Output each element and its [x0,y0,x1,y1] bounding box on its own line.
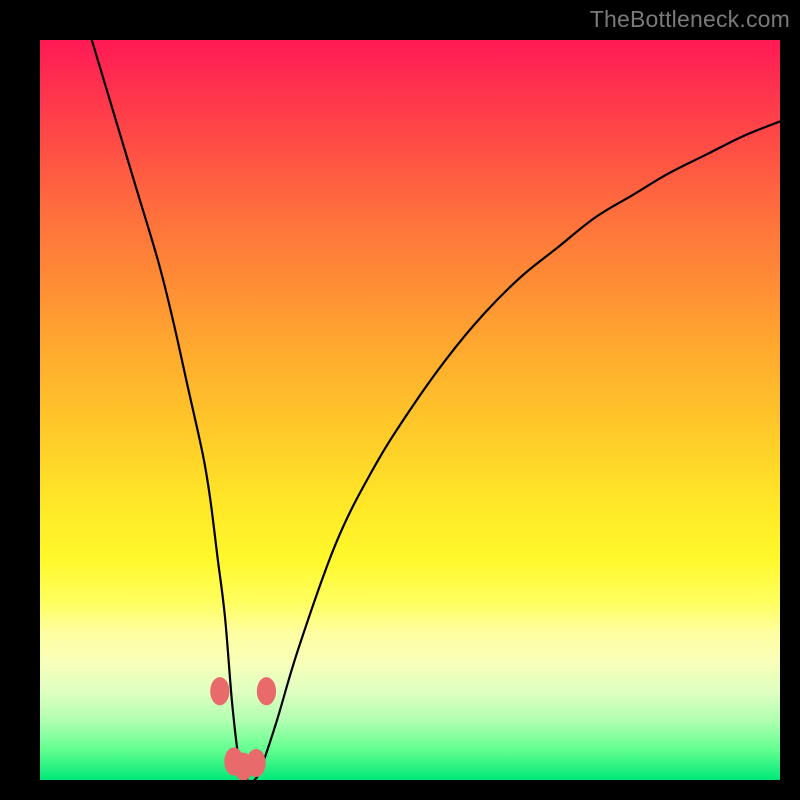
plot-area [40,40,780,780]
bottleneck-curve [92,40,780,780]
curve-markers [210,677,276,780]
curve-marker [257,677,276,705]
chart-frame: TheBottleneck.com [0,0,800,800]
chart-svg [40,40,780,780]
watermark-text: TheBottleneck.com [590,6,790,33]
curve-marker [246,749,265,777]
curve-marker [210,677,229,705]
